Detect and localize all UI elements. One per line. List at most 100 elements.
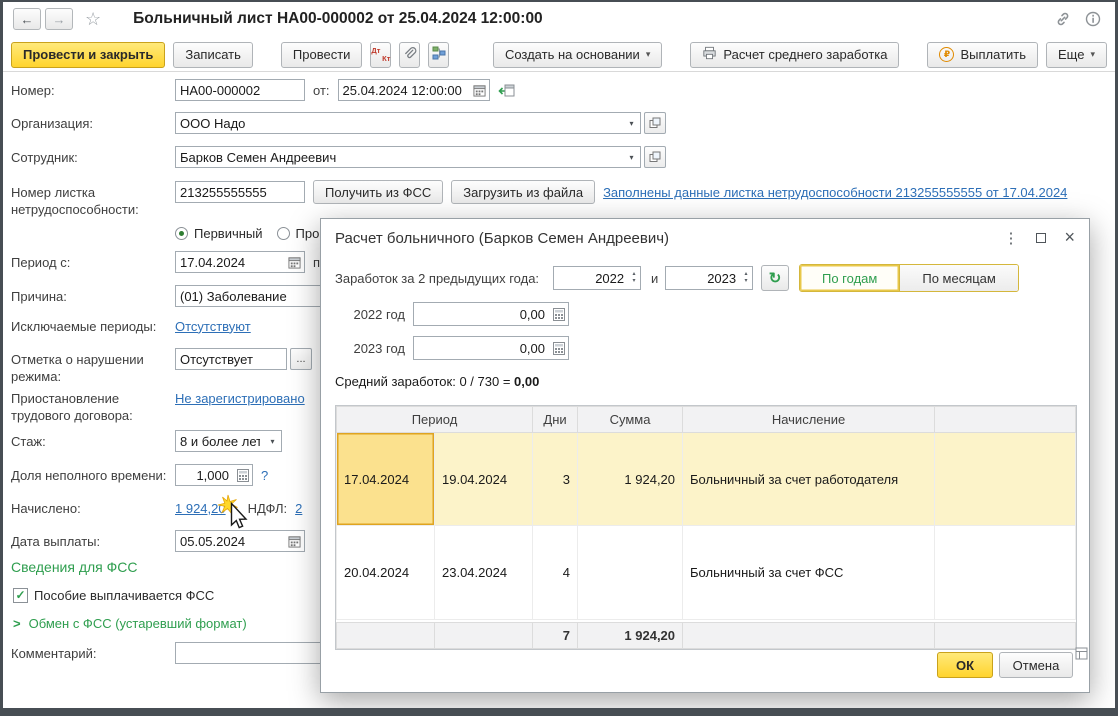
back-icon: ← — [21, 12, 34, 27]
get-from-fss-button[interactable]: Получить из ФСС — [313, 180, 443, 204]
employee-input[interactable] — [176, 147, 623, 167]
calculator-icon[interactable] — [549, 337, 568, 359]
pay-button[interactable]: ₽ Выплатить — [927, 42, 1038, 68]
grid-cell[interactable]: 17.04.2024 — [337, 433, 435, 526]
radio-dot-icon — [175, 227, 188, 240]
create-on-basis-button[interactable]: Создать на основании ▾ — [493, 42, 662, 68]
fss-exchange-link[interactable]: Обмен с ФСС (устаревший формат) — [29, 616, 247, 631]
grid-row[interactable]: 20.04.202423.04.20244 Больничный за счет … — [337, 526, 1076, 619]
average-earnings-text: Средний заработок: 0 / 730 = 0,00 — [335, 374, 539, 389]
grid-cell[interactable]: 19.04.2024 — [435, 433, 533, 526]
ok-button[interactable]: ОК — [937, 652, 993, 678]
part-time-label: Доля неполного времени: — [11, 468, 171, 485]
earn-2022-input[interactable] — [414, 303, 549, 325]
period-from-input[interactable] — [176, 252, 285, 272]
grid-cell[interactable]: Больничный за счет ФСС — [683, 526, 935, 619]
back-button[interactable]: ← — [13, 8, 41, 30]
paperclip-icon — [402, 46, 417, 64]
calculator-icon[interactable] — [549, 303, 568, 325]
part-time-input[interactable] — [176, 465, 233, 485]
grid-cell[interactable]: 1 924,20 — [578, 433, 683, 526]
experience-input[interactable] — [176, 431, 264, 451]
total-days: 7 — [533, 623, 578, 649]
earn-2023-field — [413, 336, 569, 360]
grid-header-row: Период Дни Сумма Начисление — [337, 407, 1076, 433]
titlebar: ← → ☆ Больничный лист НА00-000002 от 25.… — [3, 2, 1115, 36]
excluded-periods-link[interactable]: Отсутствуют — [175, 319, 251, 334]
grid-cell[interactable]: Больничный за счет работодателя — [683, 433, 935, 526]
document-date-input[interactable] — [339, 80, 470, 100]
radio-continuation[interactable]: Про — [277, 226, 320, 241]
forward-button[interactable]: → — [45, 8, 73, 30]
pay-label: Выплатить — [960, 47, 1026, 62]
grid-cell[interactable]: 20.04.2024 — [337, 526, 435, 619]
sick-number-input[interactable] — [176, 182, 304, 202]
employee-dropdown-icon[interactable]: ▾ — [623, 147, 640, 167]
fss-paid-checkbox[interactable]: ✓ Пособие выплачивается ФСС — [13, 588, 214, 603]
year-from-field: ▴▾ — [553, 266, 641, 290]
radio-primary[interactable]: Первичный — [175, 226, 263, 241]
calc-grid: Период Дни Сумма Начисление 17.04.202419… — [335, 405, 1077, 650]
col-header-days[interactable]: Дни — [533, 407, 578, 433]
related-documents-button[interactable] — [428, 42, 449, 68]
organization-dropdown-icon[interactable]: ▾ — [623, 113, 640, 133]
calendar-icon[interactable] — [285, 531, 304, 551]
sick-data-filled-link[interactable]: Заполнены данные листка нетрудоспособнос… — [603, 185, 1067, 200]
refresh-button[interactable]: ↻ — [761, 265, 789, 291]
avg-earnings-button[interactable]: Расчет среднего заработка — [690, 42, 899, 68]
calculator-icon[interactable] — [233, 465, 252, 485]
grid-cell[interactable] — [578, 526, 683, 619]
pay-date-input[interactable] — [176, 531, 285, 551]
calendar-icon[interactable] — [470, 80, 489, 100]
earn-2022-label: 2022 год — [335, 307, 405, 322]
year-to-input[interactable] — [666, 267, 740, 289]
write-button[interactable]: Записать — [173, 42, 253, 68]
grid-cell[interactable] — [935, 433, 1076, 526]
earn-2023-label: 2023 год — [335, 341, 405, 356]
spinner-icon[interactable]: ▴▾ — [628, 267, 640, 289]
by-years-toggle[interactable]: По годам — [800, 265, 899, 291]
part-time-help-link[interactable]: ? — [261, 468, 268, 483]
calendar-icon[interactable] — [285, 252, 304, 272]
expander-chevron-icon[interactable]: > — [13, 616, 21, 631]
dtkt-postings-button[interactable]: ДтКт — [370, 42, 391, 68]
ndfl-value-link[interactable]: 2 — [295, 501, 302, 516]
set-current-date-icon[interactable] — [498, 83, 515, 98]
number-label: Номер: — [11, 83, 171, 100]
attachments-button[interactable] — [399, 42, 420, 68]
grid-cell[interactable]: 3 — [533, 433, 578, 526]
grid-settings-icon[interactable] — [1075, 647, 1088, 663]
post-button[interactable]: Провести — [281, 42, 363, 68]
suspension-link[interactable]: Не зарегистрировано — [175, 391, 305, 406]
pay-date-field — [175, 530, 305, 552]
dialog-menu-icon[interactable]: ⋮ — [1003, 229, 1018, 247]
more-button[interactable]: Еще ▾ — [1046, 42, 1107, 68]
grid-cell[interactable] — [935, 526, 1076, 619]
suspension-label: Приостановление трудового договора: — [11, 391, 171, 425]
get-link-icon[interactable] — [1055, 11, 1071, 27]
load-from-file-button[interactable]: Загрузить из файла — [451, 180, 595, 204]
close-icon[interactable]: × — [1064, 227, 1075, 248]
col-header-period[interactable]: Период — [337, 407, 533, 433]
organization-input[interactable] — [176, 113, 623, 133]
favorite-star-icon[interactable]: ☆ — [85, 9, 101, 30]
grid-row[interactable]: 17.04.202419.04.202431 924,20Больничный … — [337, 433, 1076, 526]
maximize-icon[interactable] — [1036, 233, 1046, 243]
number-input[interactable] — [176, 80, 304, 100]
experience-dropdown-icon[interactable]: ▾ — [264, 431, 281, 451]
organization-open-button[interactable] — [644, 112, 666, 134]
year-from-input[interactable] — [554, 267, 628, 289]
spinner-icon[interactable]: ▴▾ — [740, 267, 752, 289]
grid-cell[interactable]: 4 — [533, 526, 578, 619]
violation-choose-button[interactable]: ... — [290, 348, 312, 370]
cancel-button[interactable]: Отмена — [999, 652, 1073, 678]
col-header-accrual[interactable]: Начисление — [683, 407, 935, 433]
violation-input[interactable] — [176, 349, 286, 369]
col-header-sum[interactable]: Сумма — [578, 407, 683, 433]
grid-cell[interactable]: 23.04.2024 — [435, 526, 533, 619]
post-and-close-button[interactable]: Провести и закрыть — [11, 42, 165, 68]
by-months-toggle[interactable]: По месяцам — [899, 265, 1018, 291]
earn-2023-input[interactable] — [414, 337, 549, 359]
info-icon[interactable] — [1085, 11, 1101, 27]
employee-open-button[interactable] — [644, 146, 666, 168]
